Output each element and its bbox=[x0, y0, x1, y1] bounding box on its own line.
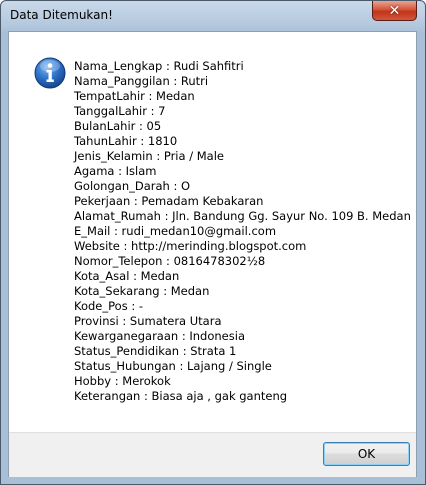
line-nama-lengkap: Nama_Lengkap : Rudi Sahfitri bbox=[74, 59, 244, 73]
line-email: E_Mail : rudi_medan10@gmail.com bbox=[74, 224, 277, 238]
line-jenis-kelamin: Jenis_Kelamin : Pria / Male bbox=[74, 149, 224, 163]
line-bulan-lahir: BulanLahir : 05 bbox=[74, 119, 162, 133]
line-tahun-lahir: TahunLahir : 1810 bbox=[74, 134, 178, 148]
info-icon bbox=[34, 57, 66, 89]
title-bar[interactable]: Data Ditemukan! ✕ bbox=[1, 1, 425, 31]
line-kode-pos: Kode_Pos : - bbox=[74, 299, 144, 313]
line-kewarganegaraan: Kewarganegaraan : Indonesia bbox=[74, 329, 245, 343]
button-bar: OK bbox=[9, 432, 416, 477]
line-tempat-lahir: TempatLahir : Medan bbox=[74, 89, 195, 103]
line-status-pendidikan: Status_Pendidikan : Strata 1 bbox=[74, 344, 237, 358]
ok-button[interactable]: OK bbox=[323, 442, 410, 466]
close-button[interactable]: ✕ bbox=[372, 1, 417, 21]
line-kota-asal: Kota_Asal : Medan bbox=[74, 269, 180, 283]
dialog-content: Nama_Lengkap : Rudi Sahfitri Nama_Panggi… bbox=[8, 31, 417, 477]
line-agama: Agama : Islam bbox=[74, 164, 157, 178]
line-alamat-rumah: Alamat_Rumah : Jln. Bandung Gg. Sayur No… bbox=[74, 209, 411, 223]
line-website: Website : http://merinding.blogspot.com bbox=[74, 239, 307, 253]
line-nama-panggilan: Nama_Panggilan : Rutri bbox=[74, 74, 209, 88]
dialog-window: Data Ditemukan! ✕ Nama_Lengkap : Rudi Sa… bbox=[0, 0, 426, 485]
line-kota-sekarang: Kota_Sekarang : Medan bbox=[74, 284, 210, 298]
close-icon: ✕ bbox=[388, 2, 401, 19]
line-nomor-telepon: Nomor_Telepon : 0816478302½8 bbox=[74, 254, 266, 268]
window-title: Data Ditemukan! bbox=[10, 8, 113, 22]
line-provinsi: Provinsi : Sumatera Utara bbox=[74, 314, 222, 328]
line-hobby: Hobby : Merokok bbox=[74, 374, 171, 388]
line-golongan-darah: Golongan_Darah : O bbox=[74, 179, 191, 193]
line-keterangan: Keterangan : Biasa aja , gak ganteng bbox=[74, 389, 288, 403]
message-text: Nama_Lengkap : Rudi Sahfitri Nama_Panggi… bbox=[74, 59, 414, 404]
line-pekerjaan: Pekerjaan : Pemadam Kebakaran bbox=[74, 194, 264, 208]
line-tanggal-lahir: TanggalLahir : 7 bbox=[74, 104, 166, 118]
line-status-hubungan: Status_Hubungan : Lajang / Single bbox=[74, 359, 272, 373]
